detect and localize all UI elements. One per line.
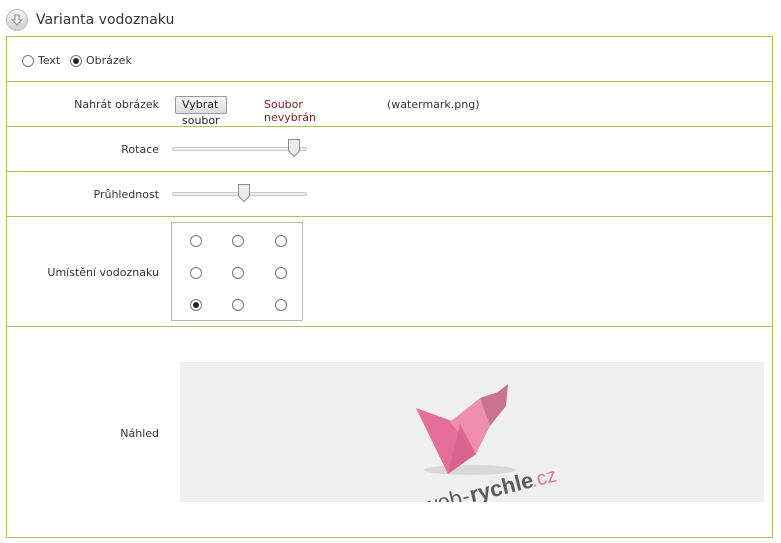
position-row: Umístění vodoznaku [7, 217, 772, 327]
preview-row: Náhled web - rychle .cz [7, 327, 772, 537]
opacity-slider[interactable] [172, 183, 307, 205]
opacity-row: Průhlednost [7, 172, 772, 217]
type-option-text-label: Text [38, 54, 61, 67]
type-option-image-label: Obrázek [86, 54, 132, 67]
radio-image[interactable] [70, 54, 82, 67]
current-file-name: (watermark.png) [387, 98, 480, 111]
position-label: Umístění vodoznaku [47, 266, 159, 279]
watermark-type-row: Text Obrázek [7, 37, 772, 82]
logo-text-web: web [418, 485, 464, 502]
opacity-slider-handle[interactable] [237, 184, 250, 202]
logo-text-tld: .cz [529, 464, 559, 492]
position-radio-top-right[interactable] [275, 235, 287, 247]
position-radio-top-center[interactable] [232, 235, 244, 247]
chevron-down-circle-icon[interactable] [6, 9, 28, 31]
preview-area: web - rychle .cz [180, 362, 764, 519]
position-radio-middle-center[interactable] [232, 267, 244, 279]
position-radio-bottom-right[interactable] [275, 299, 287, 311]
web-rychle-logo: web - rychle .cz [416, 384, 559, 519]
position-radio-bottom-left[interactable] [190, 299, 202, 311]
section-header: Varianta vodoznaku [6, 6, 174, 34]
rotation-label: Rotace [121, 143, 159, 156]
upload-label: Nahrát obrázek [74, 98, 159, 111]
position-radio-top-left[interactable] [190, 235, 202, 247]
rotation-slider[interactable] [172, 138, 307, 160]
position-grid [171, 222, 303, 321]
position-radio-middle-left[interactable] [190, 267, 202, 279]
position-radio-middle-right[interactable] [275, 267, 287, 279]
rotation-row: Rotace [7, 127, 772, 172]
position-radio-bottom-center[interactable] [232, 299, 244, 311]
type-option-image[interactable]: Obrázek [70, 54, 132, 67]
file-status: Soubor nevybrán [264, 98, 316, 124]
choose-file-button[interactable]: Vybrat soubor [175, 96, 227, 127]
type-option-text[interactable]: Text [22, 54, 60, 67]
opacity-label: Průhlednost [93, 188, 159, 201]
section-title: Varianta vodoznaku [36, 12, 175, 28]
upload-row: Nahrát obrázek Vybrat soubor Soubor nevy… [7, 82, 772, 127]
preview-label: Náhled [120, 427, 159, 440]
watermark-form: Text Obrázek Nahrát obrázek Vybrat soubo… [6, 36, 773, 538]
radio-text[interactable] [22, 54, 34, 67]
rotation-slider-handle[interactable] [287, 139, 300, 157]
